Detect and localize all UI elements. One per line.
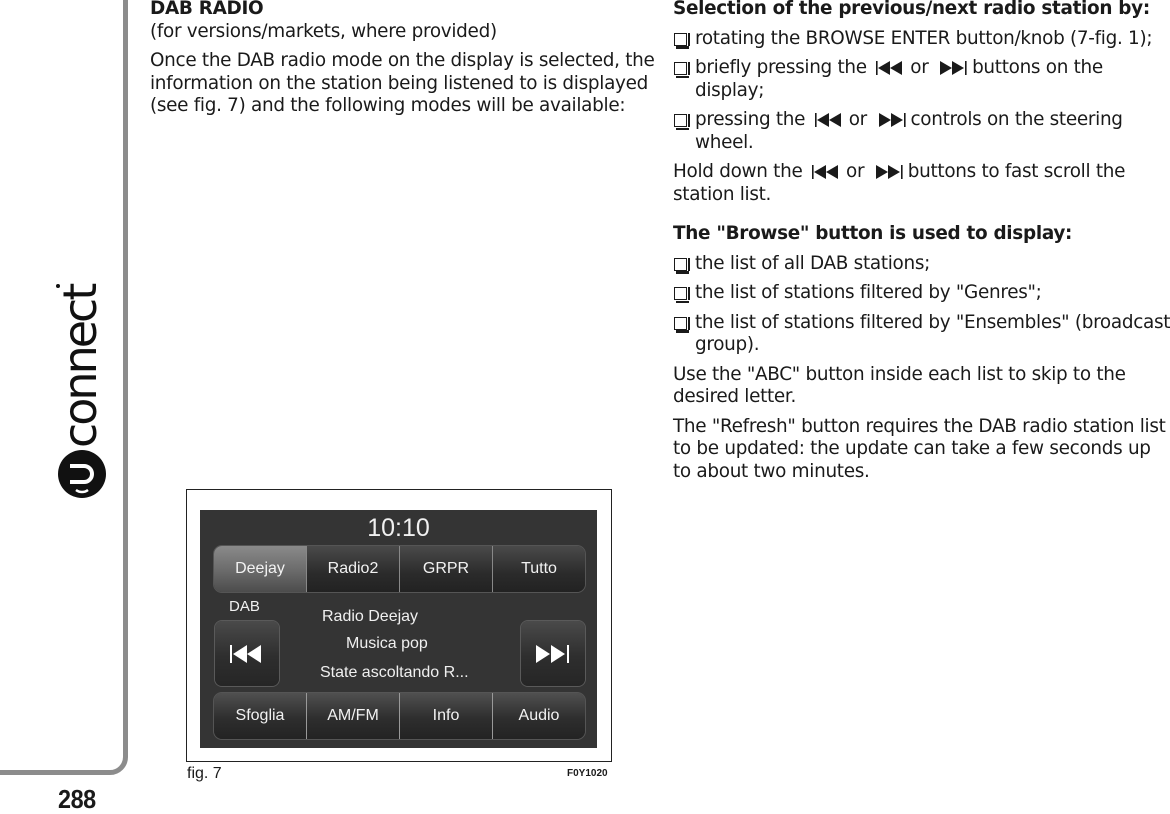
radio-text: State ascoltando R... (320, 664, 469, 681)
preset-tab-bar: Deejay Radio2 GRPR Tutto (214, 546, 585, 592)
list-item: rotating the BROWSE ENTER button/knob (7… (673, 28, 1170, 51)
page-number: 288 (58, 784, 96, 814)
browse-button[interactable]: Sfoglia (214, 693, 306, 739)
preset-tab[interactable]: Radio2 (306, 546, 399, 592)
checkbox-bullet-icon (674, 316, 690, 333)
list-item: the list of all DAB stations; (673, 253, 1170, 276)
list-item: pressing the or controls on the steering… (673, 109, 1170, 154)
station-name: Radio Deejay (322, 608, 419, 625)
figure-code: F0Y1020 (567, 768, 608, 779)
skip-next-icon (875, 165, 903, 179)
intro-paragraph: Once the DAB radio mode on the display i… (150, 50, 655, 116)
left-column: DAB RADIO (for versions/markets, where p… (150, 0, 655, 118)
skip-next-icon (940, 61, 967, 75)
svg-text:connect: connect (53, 284, 107, 448)
previous-station-button[interactable] (215, 621, 279, 686)
skip-previous-icon (814, 113, 841, 127)
skip-next-icon (878, 113, 906, 127)
preset-tab[interactable]: GRPR (399, 546, 492, 592)
checkbox-bullet-icon (674, 32, 690, 49)
radio-display-screen: 10:10 Deejay Radio2 GRPR Tutto DAB Radio… (200, 510, 597, 748)
skip-previous-icon (876, 61, 903, 75)
clock: 10:10 (367, 514, 430, 542)
refresh-paragraph: The "Refresh" button requires the DAB ra… (673, 415, 1166, 482)
am-fm-button[interactable]: AM/FM (306, 693, 399, 739)
browse-heading: The "Browse" button is used to display: (673, 223, 1073, 244)
next-station-button[interactable] (521, 621, 585, 686)
preset-tab[interactable]: Tutto (492, 546, 585, 592)
uconnect-logo: connect (53, 284, 107, 498)
function-tab-bar: Sfoglia AM/FM Info Audio (214, 693, 585, 739)
section-heading: DAB RADIO (150, 0, 264, 19)
section-subheading: (for versions/markets, where provided) (150, 20, 497, 42)
list-item: briefly pressing the or buttons on the d… (673, 57, 1170, 102)
skip-previous-icon (812, 165, 839, 179)
list-item: the list of stations filtered by "Genres… (673, 282, 1170, 305)
checkbox-bullet-icon (674, 62, 690, 78)
checkbox-bullet-icon (674, 287, 690, 303)
checkbox-bullet-icon (674, 257, 690, 274)
station-genre: Musica pop (346, 635, 428, 652)
list-item: the list of stations filtered by "Ensemb… (673, 312, 1170, 357)
skip-next-icon (536, 644, 569, 663)
audio-button[interactable]: Audio (492, 693, 585, 739)
skip-previous-icon (230, 644, 261, 663)
band-label: DAB (229, 598, 260, 615)
preset-tab[interactable]: Deejay (214, 546, 306, 592)
hold-paragraph: Hold down the or buttons to fast scroll … (673, 161, 1126, 205)
checkbox-bullet-icon (674, 114, 690, 130)
info-button[interactable]: Info (399, 693, 492, 739)
right-column: Selection of the previous/next radio sta… (673, 0, 1170, 483)
abc-paragraph: Use the "ABC" button inside each list to… (673, 363, 1126, 408)
figure-caption: fig. 7 (187, 765, 222, 782)
selection-heading: Selection of the previous/next radio sta… (673, 0, 1150, 19)
